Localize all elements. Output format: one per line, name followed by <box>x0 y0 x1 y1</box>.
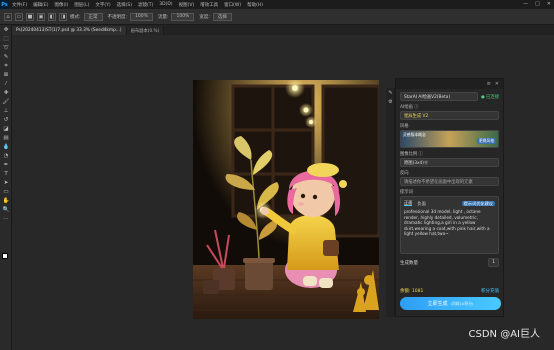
prompt-text: professional 3d model, light , octane re… <box>404 209 490 237</box>
change-style-button[interactable]: 更换风格 <box>476 138 496 144</box>
prompt-tab-positive[interactable]: 正面 <box>404 200 413 207</box>
marquee-icon[interactable]: ⬚ <box>2 35 10 43</box>
menu-layer[interactable]: 图层(L) <box>74 2 89 8</box>
close-button[interactable]: ✕ <box>547 1 551 7</box>
move-tool-icon[interactable]: ✥ <box>2 26 10 34</box>
document-tabs: Ps(20240413)ST(1)7.psd @ 33.3% (Seed4kmp… <box>12 25 554 35</box>
flow-input[interactable]: 100% <box>171 12 195 21</box>
menu-type[interactable]: 文字(Y) <box>95 2 110 8</box>
image-ratio-select[interactable]: 原图(3x4)⓪ <box>400 158 499 167</box>
generate-button[interactable]: 立即生成 (消耗10积分) <box>400 297 501 310</box>
path-select-icon[interactable]: ➤ <box>2 179 10 187</box>
photoshop-logo[interactable]: Ps <box>0 0 9 9</box>
style-name: 灵感版本概念 <box>403 132 426 137</box>
eyedropper-icon[interactable]: ⁄ <box>2 80 10 88</box>
model-version-select[interactable]: StarAI AI绘画V2(Beta) <box>400 92 478 101</box>
select-and-mask-button[interactable]: 选择 <box>212 12 232 21</box>
tools-panel: ✥ ⬚ ➰ ✎ ⌗ ⊠ ⁄ ✚ 🖌 ⊥ ↺ ◪ ▤ 💧 ◔ ✒ T ➤ ▭ ✋ … <box>0 25 12 350</box>
panel-header: ≡ ✕ <box>396 79 503 89</box>
menu-file[interactable]: 文件(F) <box>12 2 27 8</box>
connection-status-badge: ● 已连接 <box>480 94 499 100</box>
count-label: 生成数量 <box>400 260 418 266</box>
panel-close-icon[interactable]: ✕ <box>495 81 499 87</box>
menu-bar: Ps 文件(F) 编辑(E) 图像(I) 图层(L) 文字(Y) 选择(S) 滤… <box>0 0 554 9</box>
foreground-color-swatch[interactable] <box>2 253 8 259</box>
new-selection-icon[interactable]: ■ <box>26 12 34 21</box>
dodge-icon[interactable]: ◔ <box>2 152 10 160</box>
prompt-tab-negative[interactable]: 负面 <box>417 201 425 206</box>
style-label: 风格 <box>400 124 409 129</box>
window-controls: — □ ✕ <box>523 1 551 7</box>
negative-label: 反向 <box>400 171 409 176</box>
menu-window[interactable]: 窗口(W) <box>224 2 241 8</box>
csdn-watermark: CSDN @AI巨人 <box>468 329 540 340</box>
document-canvas[interactable] <box>193 80 379 319</box>
image-ratio-label: 图像比例 ⓘ <box>400 152 423 157</box>
history-brush-icon[interactable]: ↺ <box>2 116 10 124</box>
lasso-icon[interactable]: ➰ <box>2 44 10 52</box>
negative-prompt-input[interactable]: 请描述你不希望在画面中出现的元素 <box>400 177 499 186</box>
options-bar: ⌂ ▭ ■ ▣ ◧ ◨ 模式: 正常 不透明度: 100% 流量: 100% 宽… <box>0 9 554 25</box>
menu-view[interactable]: 视图(V) <box>179 2 195 8</box>
edit-icon[interactable]: ✎ <box>386 88 395 97</box>
plugin-tool-strip: ✎ ⚙ <box>386 88 395 317</box>
mode-select[interactable]: 正常 <box>83 12 103 21</box>
stamp-icon[interactable]: ⊥ <box>2 107 10 115</box>
prompt-label: 提示词 <box>400 190 413 195</box>
menu-help[interactable]: 帮助(H) <box>247 2 263 8</box>
brush-icon[interactable]: 🖌 <box>2 98 10 106</box>
generate-cost: (消耗10积分) <box>450 300 474 306</box>
subtract-selection-icon[interactable]: ◧ <box>48 12 56 21</box>
frame-icon[interactable]: ⊠ <box>2 71 10 79</box>
opacity-label: 不透明度: <box>107 14 128 20</box>
hand-icon[interactable]: ✋ <box>2 197 10 205</box>
tab-document-second[interactable]: 画布副本(0.%) <box>126 26 165 35</box>
opacity-input[interactable]: 100% <box>130 12 153 21</box>
menu-plugins[interactable]: 增效工具 <box>200 2 218 8</box>
prompt-optimize-button[interactable]: 提示词优化建议 <box>461 200 495 206</box>
crop-icon[interactable]: ⌗ <box>2 62 10 70</box>
eraser-icon[interactable]: ◪ <box>2 125 10 133</box>
ai-plugin-panel: ≡ ✕ StarAI AI绘画V2(Beta) ● 已连接 AI绘画 ⓘ 星辰生… <box>395 78 504 317</box>
menu-filter[interactable]: 滤镜(T) <box>138 2 153 8</box>
prompt-textarea[interactable]: 正面 负面 提示词优化建议 professional 3d model, lig… <box>400 196 499 254</box>
home-icon[interactable]: ⌂ <box>4 12 12 21</box>
quick-select-icon[interactable]: ✎ <box>2 53 10 61</box>
healing-brush-icon[interactable]: ✚ <box>2 89 10 97</box>
gradient-icon[interactable]: ▤ <box>2 134 10 142</box>
menu-edit[interactable]: 编辑(E) <box>33 2 48 8</box>
more-tools-icon[interactable]: ⋯ <box>2 215 10 223</box>
pen-icon[interactable]: ✒ <box>2 161 10 169</box>
maximize-button[interactable]: □ <box>535 1 540 7</box>
settings-icon[interactable]: ⚙ <box>386 97 395 106</box>
recharge-link[interactable]: 积分充值 <box>481 288 499 294</box>
tab-document-active[interactable]: Ps(20240413)ST(1)7.psd @ 33.3% (Seed4kmp… <box>12 26 127 35</box>
ai-model-select[interactable]: 星辰生成 V2 <box>400 111 499 120</box>
width-label: 宽度: <box>199 14 210 20</box>
blur-icon[interactable]: 💧 <box>2 143 10 151</box>
add-selection-icon[interactable]: ▣ <box>37 12 45 21</box>
flow-label: 流量: <box>157 14 169 20</box>
menu-select[interactable]: 选择(S) <box>117 2 132 8</box>
count-input[interactable]: 1 <box>488 258 499 267</box>
credit-balance: 余额: 1081 <box>400 289 424 294</box>
style-preview[interactable]: 灵感版本概念 更换风格 <box>400 130 499 148</box>
panel-menu-icon[interactable]: ≡ <box>487 81 491 87</box>
mode-label: 模式: <box>70 14 81 20</box>
marquee-tool-icon[interactable]: ▭ <box>15 12 23 21</box>
generate-label: 立即生成 <box>427 301 448 307</box>
shape-icon[interactable]: ▭ <box>2 188 10 196</box>
menu-image[interactable]: 图像(I) <box>54 2 68 8</box>
menu-3d[interactable]: 3D(D) <box>159 2 172 7</box>
artwork-image <box>193 80 379 319</box>
ai-model-label: AI绘画 ⓘ <box>400 105 419 110</box>
intersect-selection-icon[interactable]: ◨ <box>59 12 67 21</box>
minimize-button[interactable]: — <box>523 1 528 7</box>
type-icon[interactable]: T <box>2 170 10 178</box>
zoom-icon[interactable]: 🔍 <box>2 206 10 214</box>
